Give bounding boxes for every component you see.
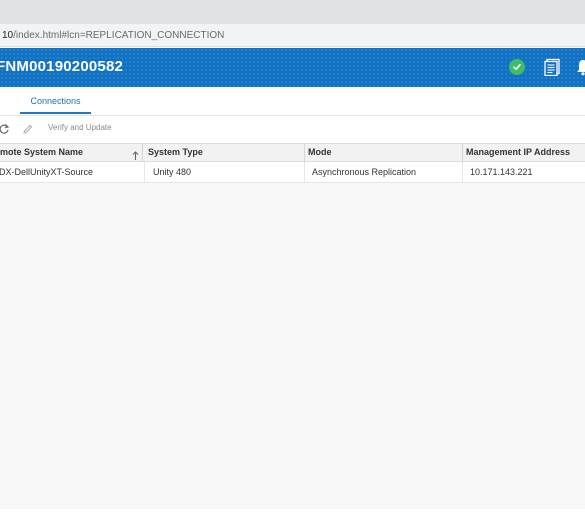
tab-connections[interactable]: Connections: [20, 88, 91, 114]
cell-management-ip: 10.171.143.221: [470, 167, 533, 177]
bell-icon[interactable]: [576, 58, 585, 76]
browser-tab-strip: [0, 0, 585, 24]
column-mode[interactable]: Mode: [305, 144, 463, 162]
app-header: FNM00190200582: [0, 48, 585, 87]
verify-and-update-button[interactable]: Verify and Update: [48, 123, 112, 132]
table-header: mote System Name System Type Mode Manage…: [0, 143, 585, 162]
page-title: FNM00190200582: [0, 58, 123, 75]
url-path: /index.html#lcn=REPLICATION_CONNECTION: [13, 30, 225, 41]
sort-up-arrow-icon[interactable]: [132, 148, 139, 160]
cell-mode: Asynchronous Replication: [305, 162, 463, 182]
table-row[interactable]: DX-DellUnityXT-Source Unity 480 Asynchro…: [0, 162, 585, 183]
toolbar: Verify and Update: [0, 116, 585, 142]
column-system-type[interactable]: System Type: [145, 144, 305, 162]
check-circle-icon[interactable]: [509, 59, 525, 75]
url-host: 10: [2, 30, 14, 41]
refresh-icon[interactable]: [0, 122, 10, 134]
system-name: FNM00190200582: [0, 58, 124, 75]
cell-system-type: Unity 480: [145, 162, 305, 182]
connections-table: mote System Name System Type Mode Manage…: [0, 143, 585, 510]
address-bar[interactable]: 10/index.html#lcn=REPLICATION_CONNECTION: [0, 24, 585, 47]
tab-bar: Connections: [0, 88, 585, 116]
cell-remote-system-name: DX-DellUnityXT-Source: [0, 162, 145, 182]
column-remote-system-name[interactable]: mote System Name: [0, 144, 143, 162]
logs-icon[interactable]: [544, 58, 562, 77]
column-management-ip[interactable]: Management IP Address: [463, 144, 585, 162]
pencil-icon[interactable]: [22, 122, 33, 134]
